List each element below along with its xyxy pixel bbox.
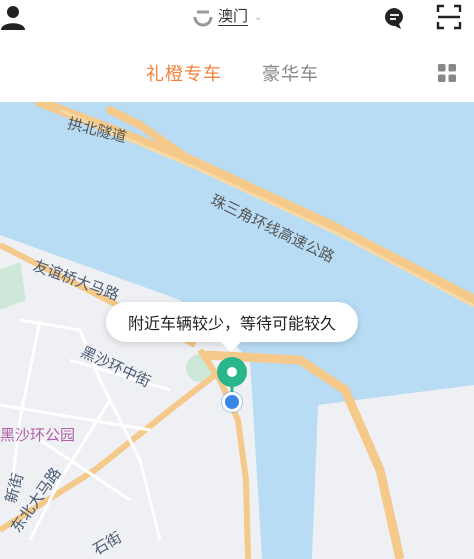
current-location-icon — [222, 392, 242, 412]
screen: 澳门 ⌄ 礼橙专车 豪华车 拱北隧道 珠三角环线高速公路 友谊桥大马路 黑沙环中… — [0, 0, 474, 559]
grid-icon[interactable] — [438, 64, 456, 82]
tab-premium[interactable]: 礼橙专车 — [146, 60, 222, 86]
scan-icon[interactable] — [436, 4, 462, 30]
nearby-cars-callout: 附近车辆较少，等待可能较久 — [106, 302, 358, 342]
tab-luxury[interactable]: 豪华车 — [262, 60, 319, 86]
city-label: 澳门 — [218, 7, 249, 26]
person-icon[interactable] — [0, 2, 30, 32]
service-tabs: 礼橙专车 豪华车 — [0, 40, 474, 102]
didi-logo-icon — [193, 10, 213, 27]
top-bar: 澳门 ⌄ — [0, 0, 474, 40]
callout-text: 附近车辆较少，等待可能较久 — [127, 314, 336, 333]
message-bubble-icon[interactable] — [383, 6, 407, 30]
city-selector[interactable]: 澳门 ⌄ — [192, 4, 262, 30]
chevron-down-icon: ⌄ — [254, 11, 263, 23]
